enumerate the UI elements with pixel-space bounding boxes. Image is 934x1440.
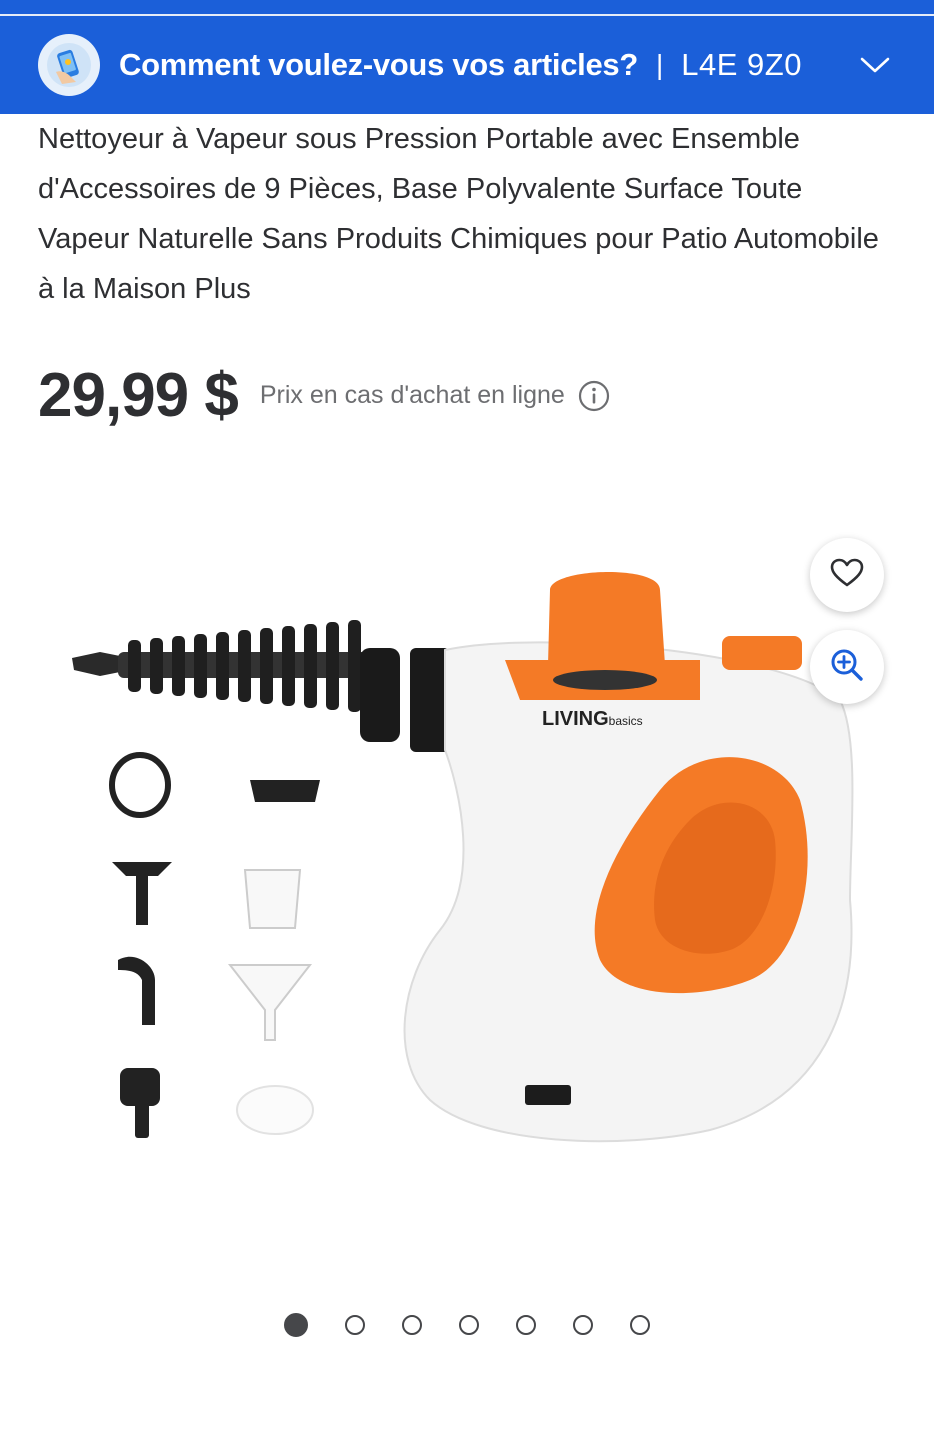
favorite-button[interactable] (810, 538, 884, 612)
product-image[interactable]: LIVINGbasics (60, 540, 880, 1180)
carousel-dot[interactable] (284, 1313, 308, 1337)
header-separator: | (655, 49, 664, 80)
carousel-dot[interactable] (630, 1315, 650, 1335)
price-row: 29,99 $ Prix en cas d'achat en ligne (38, 360, 611, 431)
postal-code: L4E 9Z0 (681, 47, 802, 82)
carousel-dot[interactable] (345, 1315, 365, 1335)
product-title: Nettoyeur à Vapeur sous Pression Portabl… (38, 123, 879, 305)
product-price: 29,99 $ (38, 361, 239, 430)
header-title: Comment voulez-vous vos articles? (119, 47, 638, 82)
heart-icon (830, 558, 864, 593)
zoom-in-icon (829, 647, 865, 688)
price-note: Prix en cas d'achat en ligne (259, 381, 565, 409)
top-status-bar (0, 0, 934, 14)
zoom-button[interactable] (810, 630, 884, 704)
chevron-down-icon[interactable] (854, 44, 896, 86)
carousel-dot[interactable] (516, 1315, 536, 1335)
carousel-dot[interactable] (459, 1315, 479, 1335)
carousel-dot[interactable] (573, 1315, 593, 1335)
carousel-dots (284, 1313, 650, 1337)
carousel-dot[interactable] (402, 1315, 422, 1335)
fulfillment-header[interactable]: Comment voulez-vous vos articles? | L4E … (0, 16, 934, 114)
info-icon[interactable] (577, 379, 611, 413)
delivery-phone-icon (38, 34, 100, 96)
